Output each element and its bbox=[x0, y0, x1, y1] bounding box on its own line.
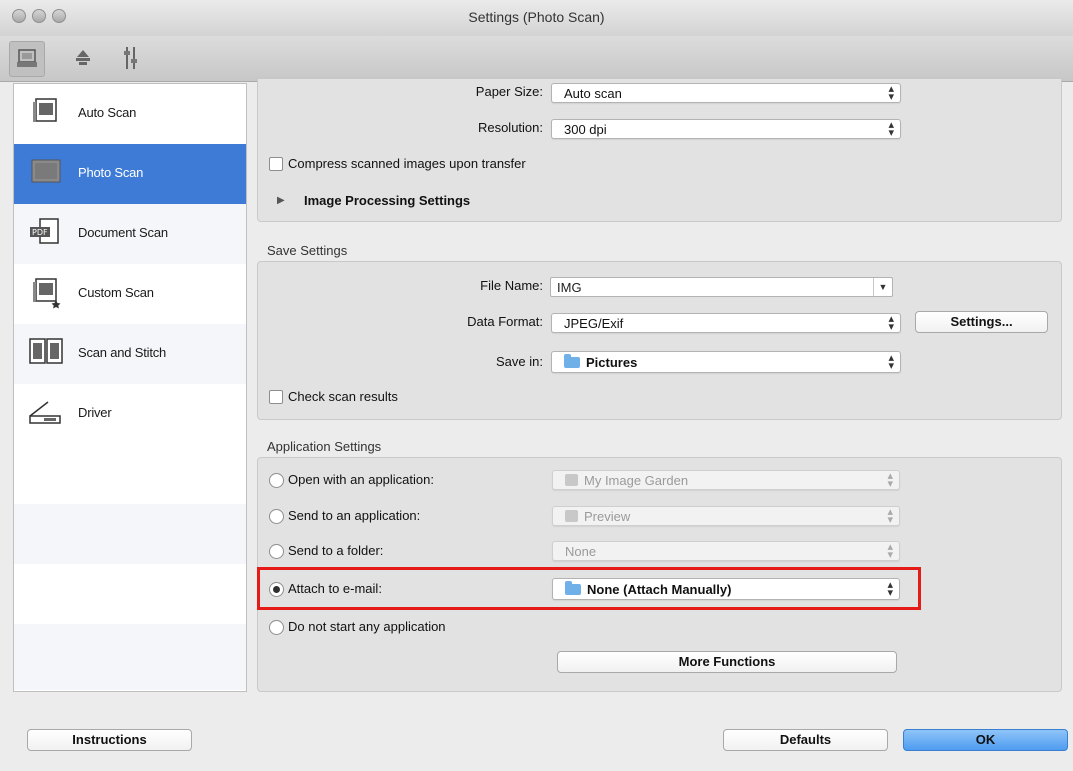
ok-button[interactable]: OK bbox=[903, 729, 1068, 751]
photo-scan-icon bbox=[26, 156, 66, 190]
popup-arrows-icon: ▴ ▾ bbox=[887, 506, 893, 526]
compress-label: Compress scanned images upon transfer bbox=[288, 156, 526, 171]
general-settings-tab-icon[interactable] bbox=[114, 41, 148, 75]
popup-arrows-icon: ▴ ▾ bbox=[887, 579, 893, 599]
resolution-popup[interactable]: 300 dpi ▴ ▾ bbox=[551, 119, 901, 139]
sidebar-item-label: Document Scan bbox=[78, 225, 168, 240]
open-with-application-radio[interactable] bbox=[269, 473, 284, 488]
sidebar-item-label: Auto Scan bbox=[78, 105, 137, 120]
resolution-label: Resolution: bbox=[477, 120, 543, 135]
image-processing-settings-label[interactable]: Image Processing Settings bbox=[304, 193, 470, 208]
sidebar-empty-row bbox=[14, 624, 246, 690]
sidebar-item-document-scan[interactable]: PDF Document Scan bbox=[14, 204, 246, 264]
file-name-combobox[interactable]: IMG ▼ bbox=[550, 277, 893, 297]
sidebar-item-label: Custom Scan bbox=[78, 285, 154, 300]
attach-to-email-value: None (Attach Manually) bbox=[587, 582, 732, 597]
save-in-popup[interactable]: Pictures ▴ ▾ bbox=[551, 351, 901, 373]
scan-mode-sidebar: Auto Scan Photo Scan PDF Document Scan C… bbox=[13, 83, 247, 692]
more-functions-button[interactable]: More Functions bbox=[557, 651, 897, 673]
sidebar-item-auto-scan[interactable]: Auto Scan bbox=[14, 84, 246, 144]
network-tab-icon[interactable] bbox=[66, 41, 100, 75]
data-format-label: Data Format: bbox=[467, 314, 543, 329]
application-settings-heading: Application Settings bbox=[267, 439, 382, 454]
svg-text:PDF: PDF bbox=[32, 228, 48, 237]
document-scan-icon: PDF bbox=[26, 216, 66, 250]
defaults-button[interactable]: Defaults bbox=[723, 729, 888, 751]
preview-app-icon bbox=[565, 510, 578, 522]
do-not-start-application-label: Do not start any application bbox=[288, 619, 446, 634]
sidebar-empty-row bbox=[14, 504, 246, 564]
settings-window: Settings (Photo Scan) Auto Scan Photo Sc… bbox=[0, 0, 1073, 771]
chevron-down-icon[interactable]: ▼ bbox=[873, 278, 892, 296]
popup-arrows-icon: ▴ ▾ bbox=[888, 313, 894, 333]
send-to-application-value: Preview bbox=[584, 509, 631, 524]
sidebar-item-label: Driver bbox=[78, 405, 112, 420]
send-to-folder-label: Send to a folder: bbox=[288, 543, 384, 558]
settings-button[interactable]: Settings... bbox=[915, 311, 1048, 333]
send-to-folder-popup[interactable]: None ▴ ▾ bbox=[552, 541, 900, 561]
sidebar-empty-row bbox=[14, 444, 246, 504]
save-in-label: Save in: bbox=[496, 354, 543, 369]
scan-tab-icon[interactable] bbox=[9, 41, 45, 77]
instructions-button[interactable]: Instructions bbox=[27, 729, 192, 751]
sidebar-item-label: Photo Scan bbox=[78, 165, 144, 180]
popup-arrows-icon: ▴ ▾ bbox=[888, 352, 894, 372]
driver-icon bbox=[26, 396, 66, 430]
disclosure-triangle-icon[interactable]: ▶ bbox=[277, 195, 285, 206]
open-with-application-label: Open with an application: bbox=[288, 472, 434, 487]
send-to-application-label: Send to an application: bbox=[288, 508, 421, 523]
paper-size-value: Auto scan bbox=[564, 86, 622, 101]
settings-pane: Paper Size: Auto scan ▴ ▾ Resolution: 300… bbox=[245, 79, 1073, 692]
my-image-garden-icon bbox=[565, 474, 578, 486]
folder-icon bbox=[565, 581, 581, 595]
attach-to-email-popup[interactable]: None (Attach Manually) ▴ ▾ bbox=[552, 578, 900, 600]
attach-to-email-label: Attach to e-mail: bbox=[288, 581, 382, 596]
paper-size-popup[interactable]: Auto scan ▴ ▾ bbox=[551, 83, 901, 103]
open-with-application-popup[interactable]: My Image Garden ▴ ▾ bbox=[552, 470, 900, 490]
send-to-folder-value: None bbox=[565, 544, 597, 559]
save-in-value: Pictures bbox=[586, 355, 638, 370]
sidebar-empty-row bbox=[14, 564, 246, 624]
check-scan-results-label: Check scan results bbox=[288, 389, 398, 404]
title-bar: Settings (Photo Scan) bbox=[0, 0, 1073, 37]
send-to-folder-radio[interactable] bbox=[269, 544, 284, 559]
auto-scan-icon bbox=[26, 96, 66, 130]
sidebar-item-scan-and-stitch[interactable]: Scan and Stitch bbox=[14, 324, 246, 384]
resolution-value: 300 dpi bbox=[564, 122, 607, 137]
popup-arrows-icon: ▴ ▾ bbox=[887, 541, 893, 561]
save-settings-heading: Save Settings bbox=[267, 243, 348, 258]
check-scan-results-checkbox[interactable] bbox=[269, 390, 283, 404]
send-to-application-popup[interactable]: Preview ▴ ▾ bbox=[552, 506, 900, 526]
toolbar bbox=[0, 36, 1073, 82]
scan-and-stitch-icon bbox=[26, 336, 66, 370]
compress-checkbox[interactable] bbox=[269, 157, 283, 171]
sidebar-item-driver[interactable]: Driver bbox=[14, 384, 246, 444]
file-name-value: IMG bbox=[557, 280, 582, 295]
paper-size-label: Paper Size: bbox=[475, 84, 543, 99]
data-format-value: JPEG/Exif bbox=[564, 316, 624, 331]
file-name-label: File Name: bbox=[480, 278, 543, 293]
sidebar-item-photo-scan[interactable]: Photo Scan bbox=[14, 144, 246, 204]
popup-arrows-icon: ▴ ▾ bbox=[888, 119, 894, 139]
custom-scan-icon bbox=[26, 276, 66, 310]
attach-to-email-radio[interactable] bbox=[269, 582, 284, 597]
do-not-start-application-radio[interactable] bbox=[269, 620, 284, 635]
sidebar-item-custom-scan[interactable]: Custom Scan bbox=[14, 264, 246, 324]
send-to-application-radio[interactable] bbox=[269, 509, 284, 524]
data-format-popup[interactable]: JPEG/Exif ▴ ▾ bbox=[551, 313, 901, 333]
sidebar-item-label: Scan and Stitch bbox=[78, 345, 167, 360]
popup-arrows-icon: ▴ ▾ bbox=[888, 83, 894, 103]
open-with-application-value: My Image Garden bbox=[584, 473, 689, 488]
window-title: Settings (Photo Scan) bbox=[468, 9, 605, 25]
folder-icon bbox=[564, 354, 580, 368]
popup-arrows-icon: ▴ ▾ bbox=[887, 470, 893, 490]
